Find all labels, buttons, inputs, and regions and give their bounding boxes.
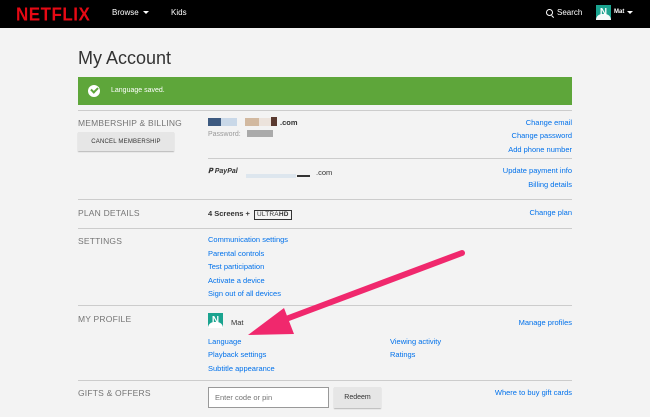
profile-avatar[interactable]: N (596, 5, 611, 20)
ultra-text: ULTRA (257, 211, 279, 218)
section-divider (78, 380, 572, 381)
change-email-link[interactable]: Change email (526, 118, 572, 127)
hd-text: HD (278, 211, 289, 218)
kids-link[interactable]: Kids (171, 8, 187, 17)
redacted-email-block (259, 118, 271, 126)
gift-code-input[interactable] (208, 387, 329, 408)
paypal-brand: PayPal (214, 168, 238, 175)
activate-device-link[interactable]: Activate a device (208, 276, 265, 285)
where-to-buy-gift-cards-link[interactable]: Where to buy gift cards (495, 388, 572, 397)
playback-settings-link[interactable]: Playback settings (208, 350, 266, 359)
plan-description: 4 Screens + ULTRAHD (208, 209, 292, 220)
success-banner: Language saved. (78, 77, 572, 105)
search-button[interactable]: Search (546, 8, 582, 17)
test-participation-link[interactable]: Test participation (208, 262, 264, 271)
ultra-hd-badge: ULTRAHD (254, 210, 292, 220)
plan-details-label: PLAN DETAILS (78, 208, 140, 218)
section-divider (78, 305, 572, 306)
top-navigation-bar: NETFLIX Browse Kids Search N Mat (0, 0, 650, 28)
subtitle-appearance-link[interactable]: Subtitle appearance (208, 364, 275, 373)
password-label: Password: (208, 131, 241, 138)
section-divider (78, 228, 572, 229)
paypal-email-suffix: .com (316, 168, 333, 177)
viewing-activity-link[interactable]: Viewing activity (390, 337, 441, 346)
netflix-logo[interactable]: NETFLIX (16, 4, 90, 26)
email-suffix: .com (280, 118, 298, 127)
communication-settings-link[interactable]: Communication settings (208, 235, 288, 244)
language-link[interactable]: Language (208, 337, 241, 346)
search-label: Search (557, 8, 583, 17)
redacted-email-block (271, 117, 277, 126)
page-title: My Account (78, 48, 172, 68)
my-profile-label: MY PROFILE (78, 314, 132, 324)
cancel-membership-button[interactable]: CANCEL MEMBERSHIP (78, 132, 174, 151)
arrow-shaft (275, 250, 465, 325)
billing-details-link[interactable]: Billing details (528, 180, 572, 189)
browse-menu[interactable]: Browse (112, 8, 149, 17)
parental-controls-link[interactable]: Parental controls (208, 249, 264, 258)
arrow-head (248, 308, 294, 335)
paypal-logo: 𝐏 PayPal (208, 168, 238, 176)
manage-profiles-link[interactable]: Manage profiles (519, 318, 572, 327)
search-icon (546, 9, 553, 16)
caret-down-icon (142, 11, 149, 15)
ratings-link[interactable]: Ratings (390, 350, 415, 359)
section-divider (78, 199, 572, 200)
browse-label: Browse (112, 8, 139, 17)
gifts-offers-label: GIFTS & OFFERS (78, 388, 151, 398)
redacted-email-block (245, 118, 259, 126)
change-plan-link[interactable]: Change plan (529, 208, 572, 217)
membership-billing-label: MEMBERSHIP & BILLING (78, 118, 182, 128)
paypal-icon: 𝐏 (208, 168, 213, 175)
change-password-link[interactable]: Change password (512, 131, 572, 140)
banner-message: Language saved. (111, 87, 165, 94)
redacted-paypal-email (246, 174, 296, 178)
check-circle-icon (88, 85, 100, 97)
section-divider (78, 110, 572, 111)
profile-avatar-icon: N (208, 313, 223, 328)
profile-name[interactable]: Mat (614, 9, 624, 15)
redacted-paypal-email (297, 175, 310, 177)
profile-name-label: Mat (231, 318, 244, 327)
payment-divider (208, 158, 572, 159)
plan-screens: 4 Screens + (208, 209, 250, 218)
redeem-button[interactable]: Redeem (334, 387, 381, 408)
add-phone-number-link[interactable]: Add phone number (508, 145, 572, 154)
caret-down-icon[interactable] (627, 11, 633, 14)
update-payment-info-link[interactable]: Update payment info (503, 166, 572, 175)
redacted-password (247, 130, 273, 137)
redacted-email-block (208, 118, 221, 126)
sign-out-all-devices-link[interactable]: Sign out of all devices (208, 289, 281, 298)
redacted-email-block (221, 118, 237, 126)
settings-label: SETTINGS (78, 236, 123, 246)
